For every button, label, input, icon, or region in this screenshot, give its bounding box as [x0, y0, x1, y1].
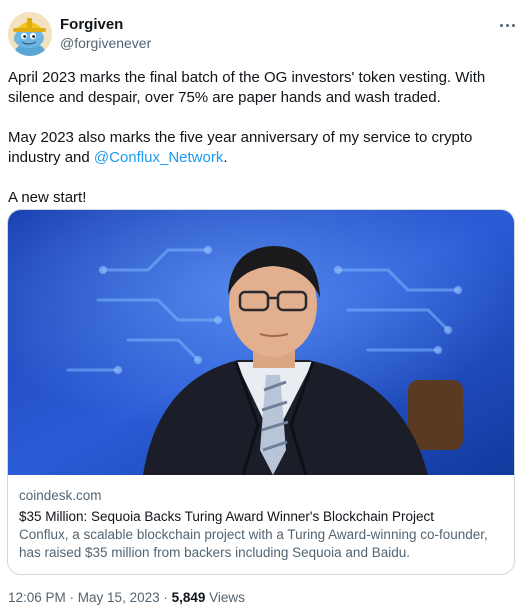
card-body: coindesk.com $35 Million: Sequoia Backs …	[19, 487, 507, 562]
tweet-paragraph: May 2023 also marks the five year annive…	[8, 128, 516, 168]
card-description: Conflux, a scalable blockchain project w…	[19, 527, 488, 560]
card-title: $35 Million: Sequoia Backs Turing Award …	[19, 509, 435, 524]
tweet-text-span: .	[223, 149, 228, 166]
views-count: 5,849	[171, 590, 206, 605]
card-domain: coindesk.com	[19, 488, 102, 503]
blue-cartoon-character-hard-hat-icon	[8, 12, 52, 56]
views-label: Views	[205, 590, 245, 605]
meta-separator: ·	[159, 590, 172, 605]
avatar[interactable]	[8, 12, 52, 56]
tweet-paragraph: April 2023 marks the final batch of the …	[8, 69, 486, 106]
tweet-time[interactable]: 12:06 PM	[8, 590, 66, 605]
card-image	[8, 210, 514, 475]
tweet-paragraph: A new start!	[8, 189, 87, 206]
tweet-text-span: May 2023 also marks the five year annive…	[8, 129, 473, 166]
meta-separator: ·	[65, 590, 78, 605]
tweet-text: April 2023 marks the final batch of the …	[8, 68, 516, 208]
tweet-meta: 12:06 PM · May 15, 2023 · 5,849 Views	[8, 589, 245, 607]
author-names: Forgiven @forgivenever	[60, 15, 151, 53]
link-preview-card[interactable]: coindesk.com $35 Million: Sequoia Backs …	[7, 209, 515, 575]
author-display-name[interactable]: Forgiven	[60, 15, 151, 34]
mention-link[interactable]: @Conflux_Network	[94, 149, 223, 166]
tweet-date[interactable]: May 15, 2023	[78, 590, 160, 605]
more-options-icon[interactable]	[496, 14, 518, 36]
tweet-header: Forgiven @forgivenever	[8, 12, 520, 56]
author-handle[interactable]: @forgivenever	[60, 34, 151, 53]
